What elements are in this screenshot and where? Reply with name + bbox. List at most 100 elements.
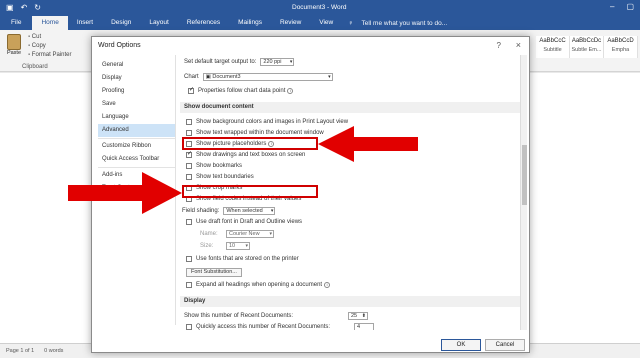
- tab-insert[interactable]: Insert: [68, 16, 102, 30]
- document-page[interactable]: [530, 73, 640, 343]
- quick-access-checkbox[interactable]: [186, 324, 192, 330]
- style-name: Subtle Em...: [571, 47, 602, 53]
- highlight-field-codes: [182, 185, 318, 198]
- word-count[interactable]: 0 words: [44, 348, 63, 354]
- tab-review[interactable]: Review: [271, 16, 310, 30]
- style-sample: AaBbCcDc: [571, 38, 602, 44]
- style-subtitle[interactable]: AaBbCcC Subtitle: [536, 36, 570, 58]
- style-sample: AaBbCcD: [607, 38, 634, 44]
- style-sample: AaBbCcC: [539, 38, 566, 44]
- show-text-wrapped-checkbox[interactable]: [186, 130, 192, 136]
- nav-proofing[interactable]: Proofing: [98, 85, 175, 98]
- field-shading-value: When selected: [226, 208, 263, 214]
- lightbulb-icon: ♀: [348, 19, 354, 27]
- nav-display[interactable]: Display: [98, 72, 175, 85]
- scrollbar-thumb[interactable]: [522, 145, 527, 205]
- nav-save[interactable]: Save: [98, 98, 175, 111]
- maximize-icon[interactable]: ▢: [626, 2, 634, 11]
- quick-access-label: Quickly access this number of Recent Doc…: [196, 324, 331, 330]
- cut-button[interactable]: Cut: [28, 33, 71, 42]
- quick-access-value: 4: [357, 324, 361, 330]
- cancel-button[interactable]: Cancel: [485, 339, 525, 351]
- clipboard-icon: [7, 34, 21, 50]
- tab-design[interactable]: Design: [102, 16, 140, 30]
- tab-file[interactable]: File: [0, 16, 32, 30]
- tab-references[interactable]: References: [178, 16, 229, 30]
- recent-docs-label: Show this number of Recent Documents:: [184, 313, 294, 319]
- minimize-icon[interactable]: –: [610, 2, 614, 11]
- chart-row: Chart ▣ Document3 ▾: [184, 72, 333, 82]
- tab-mailings[interactable]: Mailings: [229, 16, 271, 30]
- expand-headings-label: Expand all headings when opening a docum…: [196, 282, 323, 288]
- draft-font-size-select[interactable]: 10 ▾: [226, 242, 250, 250]
- copy-button[interactable]: Copy: [28, 42, 71, 51]
- quick-access-spinner[interactable]: 4: [354, 323, 374, 330]
- show-text-boundaries-label: Show text boundaries: [196, 174, 254, 180]
- section-show-document-content: Show document content: [180, 102, 520, 113]
- info-icon: i: [324, 282, 331, 288]
- nav-advanced[interactable]: Advanced: [98, 124, 175, 137]
- show-bookmarks-label: Show bookmarks: [196, 163, 243, 169]
- red-arrow-right-icon: [68, 172, 182, 214]
- chevron-down-icon: ▾: [289, 59, 293, 65]
- chevron-down-icon: ▾: [245, 243, 248, 249]
- use-printer-fonts-label: Use fonts that are stored on the printer: [196, 256, 299, 262]
- show-bg-checkbox[interactable]: [186, 119, 192, 125]
- format-painter-button[interactable]: Format Painter: [28, 51, 72, 60]
- paste-button[interactable]: Paste: [5, 34, 23, 60]
- nav-quick-access-toolbar[interactable]: Quick Access Toolbar: [98, 153, 175, 166]
- recent-docs-value: 25: [351, 313, 358, 319]
- window-title: Document3 - Word: [292, 4, 347, 11]
- help-icon[interactable]: ?: [497, 41, 501, 50]
- title-bar: ▣ ↶ ↻ Document3 - Word – ▢: [0, 0, 640, 16]
- show-drawings-checkbox[interactable]: [186, 150, 192, 158]
- nav-general[interactable]: General: [98, 59, 175, 72]
- chart-select[interactable]: ▣ Document3 ▾: [202, 73, 333, 81]
- red-arrow-left-icon: [318, 126, 418, 162]
- show-bookmarks-checkbox[interactable]: [186, 163, 192, 169]
- use-printer-fonts-checkbox[interactable]: [186, 256, 192, 262]
- draft-font-name-select[interactable]: Courier New ▾: [226, 230, 274, 238]
- field-shading-select[interactable]: When selected ▾: [223, 207, 276, 215]
- close-icon[interactable]: ×: [516, 40, 521, 50]
- show-bookmarks-row: Show bookmarks: [186, 161, 242, 171]
- style-subtle-emphasis[interactable]: AaBbCcDc Subtle Em...: [570, 36, 604, 58]
- page-count[interactable]: Page 1 of 1: [6, 348, 34, 354]
- dialog-title: Word Options: [98, 42, 141, 49]
- chevron-down-icon: ▾: [270, 208, 274, 214]
- tab-layout[interactable]: Layout: [140, 16, 178, 30]
- tell-me-box[interactable]: Tell me what you want to do...: [362, 20, 448, 27]
- use-draft-font-checkbox[interactable]: [186, 219, 192, 225]
- style-emphasis[interactable]: AaBbCcD Empha: [604, 36, 638, 58]
- expand-headings-row: Expand all headings when opening a docum…: [186, 280, 331, 290]
- show-drawings-label: Show drawings and text boxes on screen: [196, 152, 306, 158]
- use-draft-font-row: Use draft font in Draft and Outline view…: [186, 217, 302, 227]
- nav-customize-ribbon[interactable]: Customize Ribbon: [98, 140, 175, 153]
- font-substitution-button[interactable]: Font Substitution...: [186, 267, 242, 277]
- undo-icon[interactable]: ↶: [21, 3, 28, 12]
- tab-home[interactable]: Home: [32, 16, 68, 30]
- options-scrollbar[interactable]: [520, 55, 527, 330]
- nav-language[interactable]: Language: [98, 111, 175, 124]
- window-controls: – ▢: [610, 2, 634, 11]
- redo-icon[interactable]: ↻: [34, 3, 41, 12]
- use-draft-font-label: Use draft font in Draft and Outline view…: [196, 219, 303, 225]
- info-icon: i: [287, 88, 294, 94]
- chevron-down-icon: ▾: [328, 74, 331, 80]
- style-name: Subtitle: [543, 47, 562, 53]
- save-icon[interactable]: ▣: [6, 3, 14, 12]
- properties-follow-checkbox[interactable]: [188, 86, 194, 94]
- tab-view[interactable]: View: [310, 16, 342, 30]
- show-drawings-row: Show drawings and text boxes on screen: [186, 150, 305, 160]
- expand-headings-checkbox[interactable]: [186, 282, 192, 288]
- default-target-select[interactable]: 220 ppi ▾: [260, 58, 295, 66]
- quick-access-row: Quickly access this number of Recent Doc…: [186, 322, 374, 330]
- default-target-value: 220 ppi: [263, 59, 282, 65]
- clipboard-group-label: Clipboard: [22, 64, 48, 70]
- recent-docs-spinner[interactable]: 25 ⬍: [348, 312, 368, 320]
- paste-label: Paste: [6, 50, 22, 56]
- show-text-boundaries-checkbox[interactable]: [186, 174, 192, 180]
- ok-button[interactable]: OK: [441, 339, 481, 351]
- font-substitution-row: Font Substitution...: [186, 267, 242, 277]
- chart-label: Chart: [184, 74, 199, 80]
